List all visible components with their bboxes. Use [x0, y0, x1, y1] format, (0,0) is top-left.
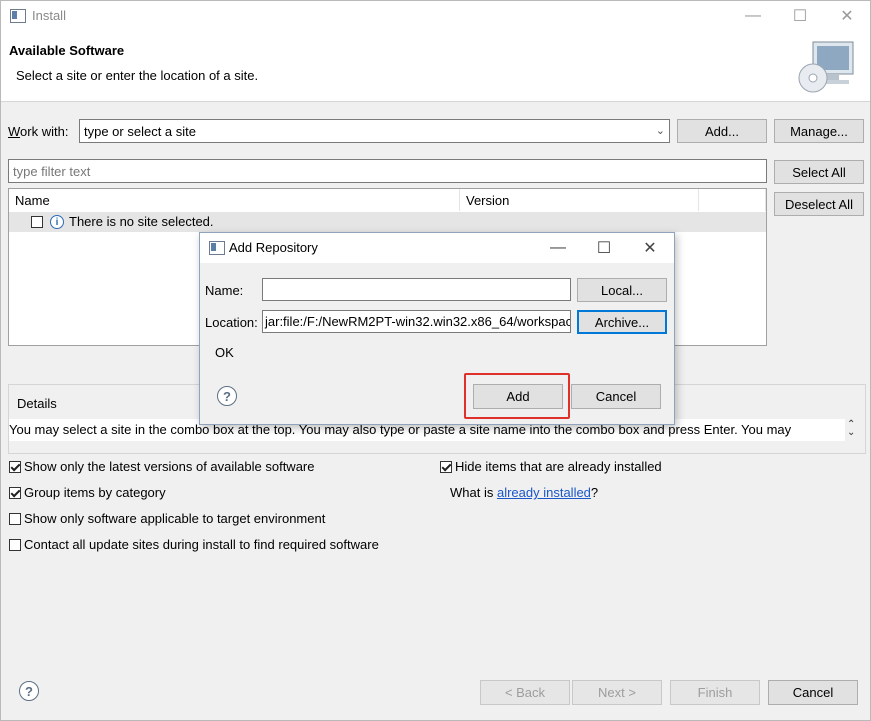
close-icon[interactable]: ✕ — [824, 1, 870, 31]
local-button[interactable]: Local... — [577, 278, 667, 302]
work-with-label: Work with: — [8, 124, 69, 139]
applicable-only-label[interactable]: Show only software applicable to target … — [24, 511, 325, 526]
title-bar: Install — ☐ ✕ — [1, 1, 870, 31]
dialog-minimize-icon[interactable]: — — [535, 233, 581, 263]
name-input[interactable] — [262, 278, 571, 301]
what-is-prefix: What is — [450, 485, 497, 500]
contact-all-checkbox[interactable] — [9, 539, 21, 551]
location-input[interactable]: jar:file:/F:/NewRM2PT-win32.win32.x86_64… — [262, 310, 571, 333]
work-with-value: type or select a site — [84, 123, 196, 139]
details-label: Details — [14, 396, 60, 411]
next-button[interactable]: Next > — [572, 680, 662, 705]
window-title: Install — [32, 8, 66, 23]
dialog-status: OK — [215, 345, 234, 360]
select-all-button[interactable]: Select All — [774, 160, 864, 184]
page-subtitle: Select a site or enter the location of a… — [16, 68, 259, 83]
latest-versions-checkbox[interactable] — [9, 461, 21, 473]
minimize-icon[interactable]: — — [730, 1, 776, 31]
app-window-icon — [10, 9, 26, 23]
add-site-button[interactable]: Add... — [677, 119, 767, 143]
column-header-extra[interactable] — [699, 189, 766, 211]
dialog-close-icon[interactable]: ✕ — [627, 233, 673, 263]
filter-placeholder: type filter text — [13, 163, 91, 179]
cancel-button[interactable]: Cancel — [768, 680, 858, 705]
what-is-installed: What is already installed? — [450, 485, 598, 500]
what-is-suffix: ? — [590, 485, 599, 500]
dialog-cancel-button[interactable]: Cancel — [571, 384, 661, 409]
column-header-version[interactable]: Version — [460, 189, 699, 211]
install-window: Install — ☐ ✕ Available Software Select … — [0, 0, 871, 721]
latest-versions-label[interactable]: Show only the latest versions of availab… — [24, 459, 315, 474]
manage-sites-button[interactable]: Manage... — [774, 119, 864, 143]
already-installed-link[interactable]: already installed — [497, 485, 591, 500]
name-label: Name: — [205, 283, 244, 298]
dialog-help-icon[interactable]: ? — [217, 386, 237, 406]
filter-input[interactable]: type filter text — [8, 159, 767, 183]
maximize-icon[interactable]: ☐ — [777, 1, 823, 31]
page-title: Available Software — [9, 43, 125, 58]
dialog-maximize-icon[interactable]: ☐ — [581, 233, 627, 263]
finish-button[interactable]: Finish — [670, 680, 760, 705]
chevron-down-icon[interactable]: ⌄ — [656, 124, 665, 137]
hide-installed-checkbox[interactable] — [440, 461, 452, 473]
table-row[interactable]: i There is no site selected. — [9, 212, 766, 232]
deselect-all-button[interactable]: Deselect All — [774, 192, 864, 216]
help-icon[interactable]: ? — [19, 681, 39, 701]
row-checkbox[interactable] — [31, 216, 43, 228]
row-name: There is no site selected. — [69, 214, 214, 229]
archive-button[interactable]: Archive... — [577, 310, 667, 334]
dialog-title-bar: Add Repository — ☐ ✕ — [200, 233, 674, 263]
add-repository-button[interactable]: Add — [473, 384, 563, 409]
contact-all-label[interactable]: Contact all update sites during install … — [24, 537, 379, 552]
column-header-name[interactable]: Name — [9, 189, 460, 211]
info-icon: i — [50, 215, 64, 229]
group-by-category-checkbox[interactable] — [9, 487, 21, 499]
add-repository-dialog: Add Repository — ☐ ✕ Name: Local... Loca… — [199, 232, 675, 425]
hide-installed-label[interactable]: Hide items that are already installed — [455, 459, 662, 474]
details-scroll-icon[interactable]: ⌃ ⌄ — [847, 420, 855, 438]
dialog-title: Add Repository — [229, 240, 318, 255]
install-banner-icon — [798, 41, 854, 93]
dialog-window-icon — [209, 241, 225, 255]
applicable-only-checkbox[interactable] — [9, 513, 21, 525]
location-value: jar:file:/F:/NewRM2PT-win32.win32.x86_64… — [265, 314, 571, 329]
back-button[interactable]: < Back — [480, 680, 570, 705]
group-by-category-label[interactable]: Group items by category — [24, 485, 166, 500]
work-with-combo[interactable]: type or select a site ⌄ — [79, 119, 670, 143]
location-label: Location: — [205, 315, 258, 330]
wizard-header: Available Software Select a site or ente… — [1, 31, 870, 102]
